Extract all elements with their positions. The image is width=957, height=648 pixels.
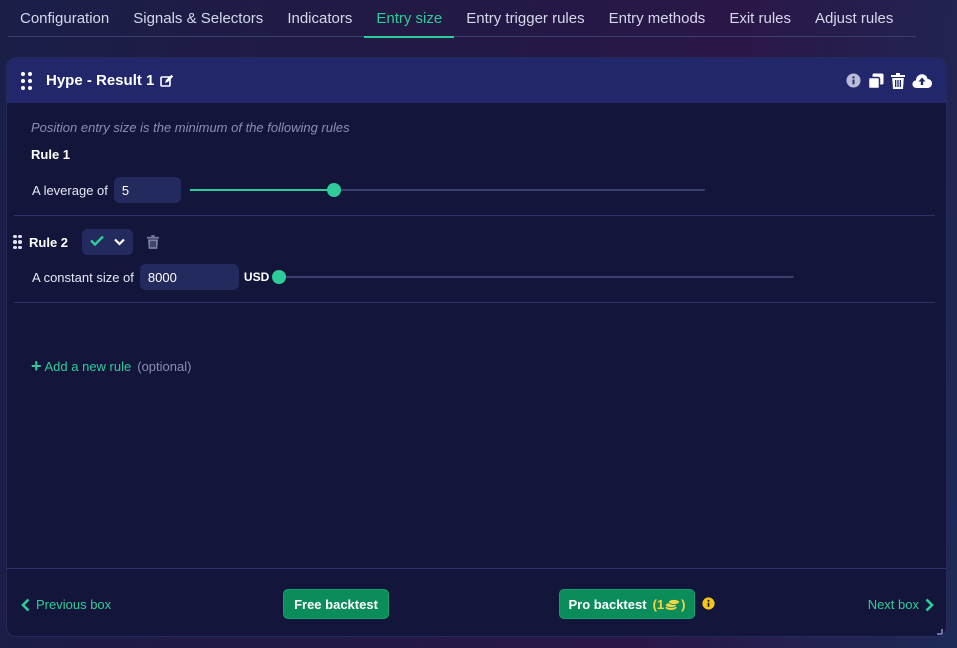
edit-icon[interactable]: [160, 74, 174, 88]
rule-2-combine-dropdown[interactable]: [82, 229, 134, 255]
chevron-left-icon: [21, 598, 30, 612]
leverage-input[interactable]: [113, 177, 181, 203]
pro-backtest-label: Pro backtest: [568, 596, 647, 612]
rule-2-title: Rule 2: [29, 234, 69, 250]
previous-box-label: Previous box: [36, 597, 112, 612]
pro-credits-close: ): [681, 596, 686, 612]
box-header: Hype - Result 1: [7, 58, 946, 103]
box-title: Hype - Result 1: [46, 72, 155, 89]
free-backtest-button[interactable]: Free backtest: [283, 589, 389, 619]
rule-1-row: A leverage of: [32, 177, 705, 203]
leverage-slider-thumb[interactable]: [326, 183, 341, 197]
rule-2-row: A constant size of USD: [32, 264, 795, 290]
resize-handle[interactable]: [937, 629, 943, 635]
pro-credits-count: (1: [652, 596, 665, 612]
tab-bar: Configuration Signals & Selectors Indica…: [8, 0, 916, 38]
constant-size-slider[interactable]: [272, 270, 795, 284]
leverage-label: A leverage of: [32, 182, 108, 198]
rule-1-title: Rule 1: [31, 147, 71, 162]
copy-icon[interactable]: [868, 73, 884, 89]
tab-exit-rules[interactable]: Exit rules: [717, 0, 803, 37]
rule-divider: [14, 215, 935, 216]
tab-entry-size[interactable]: Entry size: [364, 0, 455, 38]
leverage-slider[interactable]: [189, 183, 705, 197]
rules-area: Position entry size is the minimum of th…: [7, 103, 946, 568]
constant-size-slider-thumb[interactable]: [272, 270, 287, 284]
add-rule-link[interactable]: + Add a new rule (optional): [31, 357, 191, 375]
tab-indicators[interactable]: Indicators: [275, 0, 364, 37]
tab-adjust-rules[interactable]: Adjust rules: [803, 0, 905, 37]
next-box-button[interactable]: Next box: [868, 597, 934, 612]
next-box-label: Next box: [867, 597, 919, 612]
cloud-upload-icon[interactable]: [912, 73, 932, 88]
check-icon: [90, 233, 104, 251]
add-rule-optional: (optional): [137, 358, 192, 374]
info-icon[interactable]: [846, 73, 861, 88]
tab-signals-selectors[interactable]: Signals & Selectors: [121, 0, 275, 37]
box-footer: Previous box Free backtest Pro backtest …: [7, 568, 946, 636]
entry-size-hint: Position entry size is the minimum of th…: [31, 120, 350, 135]
header-actions: [846, 58, 932, 103]
coins-icon: [665, 598, 681, 611]
currency-unit: USD: [243, 270, 270, 284]
trash-icon[interactable]: [891, 72, 905, 89]
tab-entry-trigger-rules[interactable]: Entry trigger rules: [454, 0, 596, 37]
plus-icon: +: [31, 356, 42, 376]
tab-entry-methods[interactable]: Entry methods: [597, 0, 718, 37]
delete-rule-2-icon[interactable]: [147, 235, 160, 249]
previous-box-button[interactable]: Previous box: [21, 597, 111, 612]
grip-icon[interactable]: [13, 234, 22, 250]
rule-divider: [14, 302, 935, 303]
pro-credits: (1 ): [653, 597, 686, 612]
chevron-right-icon: [925, 598, 934, 612]
info-icon[interactable]: [702, 597, 715, 610]
constant-size-input[interactable]: [139, 264, 239, 290]
rule-2-header: Rule 2: [13, 229, 160, 255]
constant-size-label: A constant size of: [32, 269, 134, 285]
pro-backtest-button[interactable]: Pro backtest (1 ): [559, 589, 695, 619]
tab-configuration[interactable]: Configuration: [8, 0, 121, 37]
chevron-down-icon: [114, 233, 125, 251]
entry-size-box: Hype - Result 1 Position entry size is t…: [6, 57, 947, 637]
grip-icon[interactable]: [21, 71, 32, 90]
add-rule-label: Add a new rule: [44, 358, 132, 374]
